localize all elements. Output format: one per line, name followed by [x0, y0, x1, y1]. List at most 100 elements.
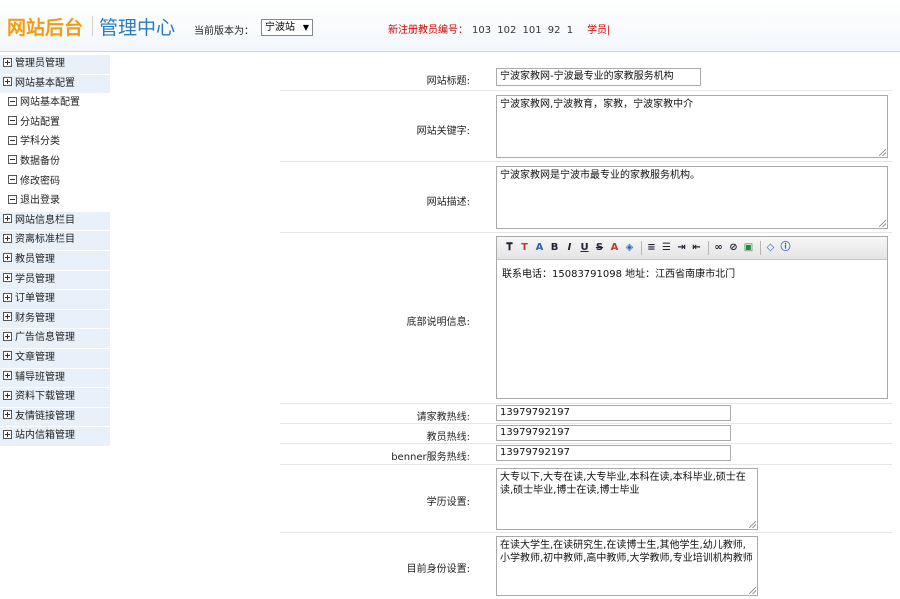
editor-toolbar: 𝐓 T A B I U S A ◈ ≡ ☰ ⇥ ⇤ ∞ ⊘ ▣ ◇ ⓘ — [497, 237, 887, 260]
expand-plus-icon — [3, 312, 12, 322]
sidebar-item-label: 修改密码 — [20, 175, 60, 187]
toolbar-divider — [760, 241, 761, 255]
hotline-parent-input[interactable]: 13979792197 — [496, 405, 731, 421]
hotline-banner-input[interactable]: 13979792197 — [496, 445, 731, 461]
education-textarea[interactable]: 大专以下,大专在读,大专毕业,本科在读,本科毕业,硕士在读,硕士毕业,博士在读,… — [496, 468, 758, 530]
chevron-down-icon: ▼ — [302, 23, 309, 32]
expand-plus-icon — [3, 429, 12, 439]
notice-student[interactable]: 学员| — [587, 25, 610, 36]
form-row-description: 网站描述: 宁波家教网是宁波市最专业的家教服务机构。 — [280, 162, 892, 233]
sidebar-subitem-change-password[interactable]: 修改密码 — [0, 172, 110, 193]
sidebar-item-mailbox[interactable]: 站内信箱管理 — [0, 427, 110, 447]
editor-content[interactable]: 联系电话：15083791098 地址：江西省南康市北门 — [497, 260, 887, 285]
keywords-label: 网站关键字: — [416, 126, 470, 137]
form-row-hotline-teacher: 教员热线: 13979792197 — [280, 424, 892, 444]
font-color-icon[interactable]: A — [533, 241, 546, 254]
hotline-banner-label: benner服务热线: — [391, 452, 470, 463]
image-icon[interactable]: ▣ — [742, 241, 755, 254]
keywords-value: 宁波家教网,宁波教育，家教，宁波家教中介 — [500, 99, 694, 110]
version-select[interactable]: 宁波站 ▼ — [261, 19, 313, 36]
education-value: 大专以下,大专在读,大专毕业,本科在读,本科毕业,硕士在读,硕士毕业,博士在读,… — [500, 472, 746, 496]
sidebar-item-ads[interactable]: 广告信息管理 — [0, 329, 110, 349]
sidebar-item-label: 分站配置 — [20, 116, 60, 128]
sidebar-item-friend-links[interactable]: 友情链接管理 — [0, 407, 110, 428]
expand-plus-icon — [3, 77, 12, 87]
italic-icon[interactable]: I — [563, 241, 576, 254]
sidebar-item-label: 资料下载管理 — [15, 391, 75, 403]
bold-icon[interactable]: B — [548, 241, 561, 254]
indent-icon[interactable]: ⇥ — [675, 241, 688, 254]
unlink-icon[interactable]: ⊘ — [727, 241, 740, 254]
sidebar-item-site-info[interactable]: 网站信息栏目 — [0, 211, 110, 232]
expand-plus-icon — [3, 253, 12, 263]
keywords-textarea[interactable]: 宁波家教网,宁波教育，家教，宁波家教中介 — [496, 95, 888, 158]
form-row-hotline-banner: benner服务热线: 13979792197 — [280, 444, 892, 465]
underline-icon[interactable]: U — [578, 241, 591, 254]
sidebar-item-articles[interactable]: 文章管理 — [0, 348, 110, 369]
sidebar-item-label: 友情链接管理 — [15, 410, 75, 422]
resize-grip-icon[interactable] — [879, 220, 886, 227]
sidebar-subitem-logout[interactable]: 退出登录 — [0, 192, 110, 212]
sidebar-item-label: 管理员管理 — [15, 58, 65, 69]
font-size-icon[interactable]: T — [518, 241, 531, 254]
sidebar-item-site-config[interactable]: 网站基本配置 — [0, 74, 110, 95]
outdent-icon[interactable]: ⇤ — [690, 241, 703, 254]
rich-text-editor: 𝐓 T A B I U S A ◈ ≡ ☰ ⇥ ⇤ ∞ ⊘ ▣ ◇ ⓘ 联系电话：15083791098 地址：江… — [496, 236, 888, 399]
sidebar-item-downloads[interactable]: 资料下载管理 — [0, 388, 110, 408]
sidebar-item-fee-standard[interactable]: 资离标准栏目 — [0, 231, 110, 251]
expand-plus-icon — [3, 371, 12, 380]
sidebar-item-tutoring-class[interactable]: 辅导班管理 — [0, 368, 110, 389]
description-textarea[interactable]: 宁波家教网是宁波市最专业的家教服务机构。 — [496, 166, 888, 229]
resize-grip-icon[interactable] — [749, 521, 756, 528]
expand-plus-icon — [3, 292, 12, 302]
sidebar-item-label: 资离标准栏目 — [15, 234, 75, 246]
collapse-minus-icon — [8, 96, 17, 106]
identity-value: 在读大学生,在读研究生,在读博士生,其他学生,幼儿教师,小学教师,初中教师,高中… — [500, 540, 753, 564]
expand-plus-icon — [3, 331, 12, 341]
sidebar-item-teachers[interactable]: 教员管理 — [0, 250, 110, 271]
resize-grip-icon[interactable] — [879, 149, 886, 156]
sidebar-item-students[interactable]: 学员管理 — [0, 270, 110, 291]
form-row-identity: 目前身份设置: 在读大学生,在读研究生,在读博士生,其他学生,幼儿教师,小学教师… — [280, 533, 892, 599]
collapse-minus-icon — [8, 135, 17, 145]
font-family-icon[interactable]: 𝐓 — [503, 241, 516, 254]
expand-plus-icon — [3, 57, 12, 67]
collapse-minus-icon — [8, 155, 17, 165]
info-icon[interactable]: ⓘ — [779, 241, 792, 254]
strikethrough-icon[interactable]: S — [593, 241, 606, 254]
sidebar-item-label: 文章管理 — [15, 351, 55, 363]
link-icon[interactable]: ∞ — [712, 241, 725, 254]
identity-textarea[interactable]: 在读大学生,在读研究生,在读博士生,其他学生,幼儿教师,小学教师,初中教师,高中… — [496, 536, 758, 596]
text-color-icon[interactable]: A — [608, 241, 621, 254]
sidebar-item-orders[interactable]: 订单管理 — [0, 290, 110, 310]
sidebar-item-label: 退出登录 — [20, 195, 60, 207]
logo-main: 网站后台 — [7, 17, 84, 39]
identity-label: 目前身份设置: — [406, 564, 470, 575]
highlight-icon[interactable]: ◈ — [623, 241, 636, 254]
sidebar-item-admin[interactable]: 管理员管理 — [0, 55, 110, 75]
resize-grip-icon[interactable] — [749, 587, 756, 594]
expand-plus-icon — [3, 351, 12, 361]
site-title-input[interactable]: 宁波家教网-宁波最专业的家教服务机构 — [496, 68, 701, 86]
sidebar-item-label: 辅导班管理 — [15, 371, 65, 383]
sidebar-item-label: 数据备份 — [20, 155, 60, 167]
sidebar-subitem-data-backup[interactable]: 数据备份 — [0, 152, 110, 173]
sidebar-item-label: 订单管理 — [15, 293, 55, 305]
sidebar-item-label: 网站基本配置 — [15, 77, 75, 89]
sidebar-subitem-branch-config[interactable]: 分站配置 — [0, 113, 110, 134]
sidebar-item-finance[interactable]: 财务管理 — [0, 309, 110, 330]
source-code-icon[interactable]: ◇ — [764, 241, 777, 254]
sidebar-item-label: 学科分类 — [20, 136, 60, 148]
align-left-icon[interactable]: ≡ — [645, 241, 658, 254]
education-label: 学历设置: — [426, 497, 470, 508]
expand-plus-icon — [3, 410, 12, 420]
collapse-minus-icon — [8, 116, 17, 126]
expand-plus-icon — [3, 390, 12, 400]
sidebar-subitem-site-config[interactable]: 网站基本配置 — [0, 94, 110, 114]
notice-numbers[interactable]: 103 102 101 92 1 — [472, 25, 573, 36]
hotline-teacher-input[interactable]: 13979792197 — [496, 425, 731, 441]
sidebar-subitem-subject-category[interactable]: 学科分类 — [0, 133, 110, 153]
ordered-list-icon[interactable]: ☰ — [660, 241, 673, 254]
sidebar-item-label: 学员管理 — [15, 273, 55, 285]
collapse-minus-icon — [8, 194, 17, 204]
